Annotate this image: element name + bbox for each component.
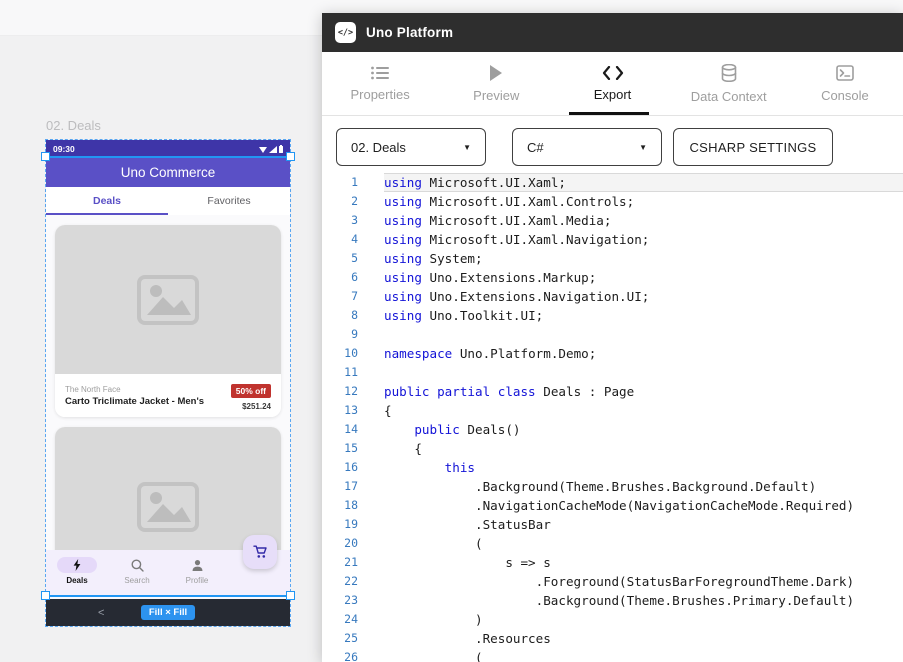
- phone-tab-bar: Deals Favorites: [46, 187, 290, 215]
- panel-tab-bar: Properties Preview Export Data Con: [322, 52, 903, 116]
- code-line: 18 .NavigationCacheMode(NavigationCacheM…: [322, 496, 903, 515]
- cart-icon: [253, 545, 268, 559]
- battery-icon: [279, 145, 283, 153]
- product-card[interactable]: [55, 427, 281, 550]
- tab-properties[interactable]: Properties: [322, 52, 438, 115]
- active-nav-pill: [57, 557, 97, 573]
- code-line: 15 {: [322, 439, 903, 458]
- code-line: 17 .Background(Theme.Brushes.Background.…: [322, 477, 903, 496]
- nav-item-deals[interactable]: Deals: [53, 557, 101, 585]
- code-line: 8using Uno.Toolkit.UI;: [322, 306, 903, 325]
- fill-size-pill[interactable]: Fill × Fill: [141, 605, 195, 620]
- nav-item-profile[interactable]: Profile: [173, 557, 221, 585]
- selection-handle-bottom-right[interactable]: [286, 591, 295, 600]
- tab-preview[interactable]: Preview: [438, 52, 554, 115]
- tab-export[interactable]: Export: [554, 52, 670, 115]
- product-info: The North Face Carto Triclimate Jacket -…: [55, 374, 281, 417]
- code-line: 21 s => s: [322, 553, 903, 572]
- page-select[interactable]: 02. Deals ▼: [336, 128, 486, 166]
- frame-label[interactable]: 02. Deals: [46, 118, 101, 133]
- search-icon: [131, 559, 144, 572]
- code-editor[interactable]: 1using Microsoft.UI.Xaml;2using Microsof…: [322, 173, 903, 662]
- code-line: 25 .Resources: [322, 629, 903, 648]
- app-bar: Uno Commerce: [46, 158, 290, 187]
- code-line: 26 (: [322, 648, 903, 662]
- phone-frame[interactable]: 09:30 Uno Commerce Deals Favorites: [46, 140, 290, 626]
- panel-title: Uno Platform: [366, 25, 453, 40]
- chevron-down-icon: ▼: [639, 143, 647, 152]
- tab-data-context[interactable]: Data Context: [671, 52, 787, 115]
- chevron-down-icon: ▼: [463, 143, 471, 152]
- status-icons: [259, 145, 283, 153]
- tab-favorites[interactable]: Favorites: [168, 187, 290, 215]
- nav-item-search[interactable]: Search: [113, 557, 161, 585]
- product-brand: The North Face: [65, 385, 204, 394]
- code-line: 9: [322, 325, 903, 344]
- image-placeholder-icon: [137, 275, 199, 325]
- selection-edge-bottom: [46, 595, 290, 597]
- code-line: 12public partial class Deals : Page: [322, 382, 903, 401]
- database-icon: [721, 64, 737, 82]
- tab-deals[interactable]: Deals: [46, 187, 168, 215]
- code-line: 5using System;: [322, 249, 903, 268]
- code-line: 11: [322, 363, 903, 382]
- lightning-icon: [73, 559, 81, 571]
- selection-handle-top-left[interactable]: [41, 152, 50, 161]
- code-line: 6using Uno.Extensions.Markup;: [322, 268, 903, 287]
- code-line: 19 .StatusBar: [322, 515, 903, 534]
- code-line: 14 public Deals(): [322, 420, 903, 439]
- signal-icon: [269, 146, 277, 153]
- layout-size-bar: < Fill × Fill: [46, 599, 290, 626]
- code-line: 23 .Background(Theme.Brushes.Primary.Def…: [322, 591, 903, 610]
- code-line: 7using Uno.Extensions.Navigation.UI;: [322, 287, 903, 306]
- app-bar-title: Uno Commerce: [121, 165, 216, 180]
- code-line: 22 .Foreground(StatusBarForegroundTheme.…: [322, 572, 903, 591]
- code-line: 2using Microsoft.UI.Xaml.Controls;: [322, 192, 903, 211]
- export-controls: 02. Deals ▼ C# ▼ CSHARP SETTINGS: [336, 128, 903, 166]
- code-line: 10namespace Uno.Platform.Demo;: [322, 344, 903, 363]
- product-image-placeholder: [55, 225, 281, 374]
- screenshot-root: 02. Deals 09:30 Uno Commerce Deals Favor…: [0, 0, 903, 662]
- profile-icon: [191, 559, 204, 572]
- csharp-settings-button[interactable]: CSHARP SETTINGS: [673, 128, 833, 166]
- product-card[interactable]: The North Face Carto Triclimate Jacket -…: [55, 225, 281, 417]
- discount-badge: 50% off: [231, 384, 271, 398]
- code-line: 3using Microsoft.UI.Xaml.Media;: [322, 211, 903, 230]
- selection-edge-top: [46, 156, 290, 158]
- code-logo-icon: </>: [335, 22, 356, 43]
- code-line: 24 ): [322, 610, 903, 629]
- code-line: 4using Microsoft.UI.Xaml.Navigation;: [322, 230, 903, 249]
- selection-handle-bottom-left[interactable]: [41, 591, 50, 600]
- product-price: $251.24: [231, 402, 271, 411]
- wifi-icon: [259, 146, 267, 153]
- product-name: Carto Triclimate Jacket - Men's: [65, 396, 204, 407]
- code-line: 20 (: [322, 534, 903, 553]
- list-icon: [371, 66, 389, 80]
- terminal-icon: [836, 65, 854, 81]
- product-image-placeholder: [55, 427, 281, 550]
- tab-console[interactable]: Console: [787, 52, 903, 115]
- language-select[interactable]: C# ▼: [512, 128, 662, 166]
- code-line: 13{: [322, 401, 903, 420]
- code-line: 16 this: [322, 458, 903, 477]
- collapse-chevron-icon[interactable]: <: [98, 607, 104, 619]
- product-list[interactable]: The North Face Carto Triclimate Jacket -…: [46, 215, 290, 550]
- cart-fab[interactable]: [243, 535, 277, 569]
- selection-handle-top-right[interactable]: [286, 152, 295, 161]
- code-icon: [602, 66, 624, 80]
- code-line: 1using Microsoft.UI.Xaml;: [322, 173, 903, 192]
- status-time: 09:30: [53, 144, 75, 154]
- image-placeholder-icon: [137, 482, 199, 532]
- play-icon: [489, 65, 503, 81]
- panel-header: </> Uno Platform: [322, 13, 903, 52]
- uno-platform-panel: </> Uno Platform Properties Preview: [322, 13, 903, 662]
